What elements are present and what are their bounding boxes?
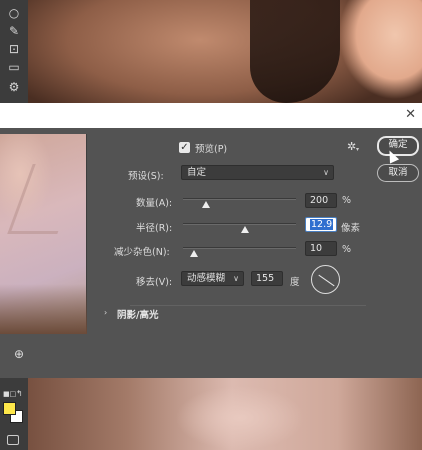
section-divider <box>130 305 366 306</box>
close-icon[interactable]: ✕ <box>405 108 416 122</box>
amount-value: 200 <box>310 195 329 206</box>
preview-checkbox[interactable]: ✓ <box>179 142 190 153</box>
noise-slider-thumb[interactable] <box>190 250 199 257</box>
chevron-down-icon: ∨ <box>323 168 329 177</box>
amount-slider-track[interactable] <box>183 198 296 200</box>
gear-tool-icon[interactable]: ⚙ <box>6 80 22 94</box>
preset-select[interactable]: 自定 ∨ <box>181 165 334 180</box>
tools-panel: ○ ✎ ⊡ ▭ ⚙ <box>0 0 28 103</box>
chevron-down-icon: ∨ <box>233 274 239 283</box>
remove-select[interactable]: 动感模糊 ∨ <box>181 271 244 286</box>
quick-select-icon[interactable]: ✎ <box>6 24 22 38</box>
noise-unit: % <box>342 244 352 255</box>
gear-icon[interactable]: ✲ <box>347 140 356 153</box>
lasso-icon[interactable]: ○ <box>6 6 22 20</box>
angle-input[interactable]: 155 <box>251 271 283 286</box>
amount-input[interactable]: 200 <box>305 193 337 208</box>
preview-label: 预览(P) <box>195 144 228 155</box>
preset-value: 自定 <box>187 167 207 178</box>
canvas-photo-bottom <box>0 378 422 450</box>
remove-value: 动感模糊 <box>187 273 226 284</box>
hair-shape <box>250 0 340 103</box>
noise-input[interactable]: 10 <box>305 241 337 256</box>
dialog-title-bar: ✕ <box>0 103 422 128</box>
ok-button[interactable]: 确定 <box>377 136 419 156</box>
noise-value: 10 <box>310 243 323 254</box>
quick-mask-icon[interactable] <box>7 435 19 445</box>
amount-unit: % <box>342 195 352 206</box>
cancel-button[interactable]: 取消 <box>377 164 419 182</box>
zoom-icon[interactable]: ⊕ <box>14 347 24 361</box>
radius-value: 12.9 <box>310 219 334 230</box>
radius-input[interactable]: 12.9 <box>305 217 337 232</box>
radius-slider-thumb[interactable] <box>241 226 250 233</box>
shadow-highlight-section[interactable]: 阴影/高光 <box>117 307 158 321</box>
angle-dial-needle <box>318 274 335 287</box>
chevron-down-icon: ▾ <box>356 146 360 153</box>
amount-slider-thumb[interactable] <box>201 201 210 208</box>
angle-value: 155 <box>256 273 275 284</box>
swap-colors-icon[interactable]: ↰ <box>16 389 23 398</box>
preset-label: 预设(S): <box>128 171 164 182</box>
preview-thumbnail[interactable] <box>0 134 87 334</box>
radius-slider-track[interactable] <box>183 223 296 225</box>
noise-slider-track[interactable] <box>183 247 296 249</box>
crop-icon[interactable]: ⊡ <box>6 42 22 56</box>
amount-label: 数量(A): <box>136 198 173 209</box>
canvas-photo-top <box>0 0 422 103</box>
angle-unit: 度 <box>290 277 300 288</box>
default-colors-icon[interactable]: ■□ <box>3 390 16 398</box>
smart-sharpen-dialog: ⊕ ✓ 预览(P) ✲ ▾ 预设(S): 自定 ∨ 数量(A): 200 % 半… <box>0 128 422 378</box>
foreground-color-swatch[interactable] <box>3 402 16 415</box>
preview-collar-shape <box>7 164 83 234</box>
radius-unit: 像素 <box>341 223 361 234</box>
remove-label: 移去(V): <box>136 277 173 288</box>
preview-shadow-shape <box>0 284 87 334</box>
noise-label: 减少杂色(N): <box>114 247 170 258</box>
chevron-right-icon[interactable]: › <box>104 308 107 317</box>
frame-icon[interactable]: ▭ <box>6 60 22 74</box>
angle-dial[interactable] <box>311 265 340 294</box>
radius-label: 半径(R): <box>136 223 173 234</box>
